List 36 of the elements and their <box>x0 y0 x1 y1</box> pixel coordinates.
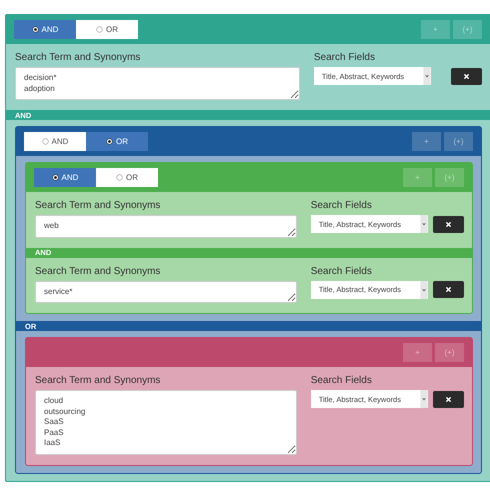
field-label: Search Term and Synonyms <box>35 266 162 276</box>
close-icon <box>463 72 470 80</box>
radio-icon <box>32 26 39 33</box>
remove-button[interactable] <box>451 68 482 84</box>
operator-toggle[interactable]: OR <box>76 20 138 39</box>
search-term-field[interactable]: cloud outsourcing SaaS PaaS IaaS <box>35 390 297 454</box>
remove-button[interactable] <box>433 390 464 408</box>
close-icon <box>445 286 452 293</box>
field-label: Search Term and Synonyms <box>35 200 162 211</box>
close-icon <box>445 220 452 228</box>
operator-toggle[interactable]: AND <box>24 132 86 151</box>
caret-icon <box>420 390 428 408</box>
field-label: Search Fields <box>310 266 373 276</box>
caret-icon <box>422 67 431 85</box>
operator-toggle[interactable]: AND <box>34 168 96 187</box>
field-label: Search Term and Synonyms <box>15 52 142 63</box>
close-icon <box>445 396 452 402</box>
search-term-field[interactable]: decision* adoption <box>15 67 300 100</box>
radio-icon <box>116 174 123 181</box>
operator-toggle[interactable]: OR <box>86 132 148 151</box>
remove-button[interactable] <box>433 216 464 232</box>
remove-button[interactable] <box>433 281 464 298</box>
search-term-field[interactable]: web <box>35 215 297 238</box>
radio-icon <box>52 174 59 181</box>
radio-icon <box>42 138 49 145</box>
caret-icon <box>420 280 428 298</box>
radio-icon <box>96 26 103 33</box>
caret-icon <box>420 215 428 233</box>
field-label: Search Fields <box>310 200 373 211</box>
operator-toggle[interactable]: AND <box>14 20 76 39</box>
operator-toggle[interactable]: OR <box>96 168 158 187</box>
search-term-field[interactable]: service* <box>35 280 297 303</box>
field-label: Search Term and Synonyms <box>35 375 162 386</box>
field-label: Search Fields <box>314 52 376 63</box>
radio-icon <box>106 138 113 145</box>
field-label: Search Fields <box>310 375 373 386</box>
